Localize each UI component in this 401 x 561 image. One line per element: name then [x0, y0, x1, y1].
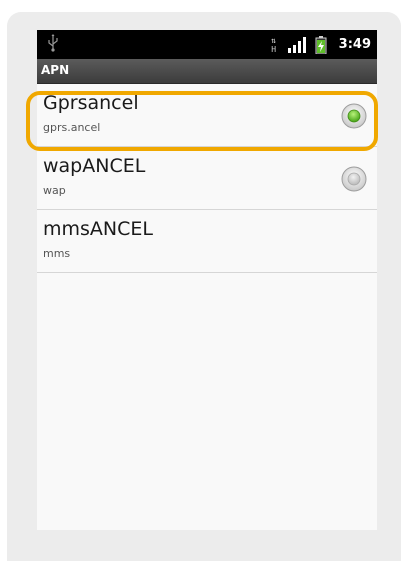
phone-screen: ⇅ H 3:49 APN Gprsancel gprs.ancel wapANC… — [37, 30, 377, 530]
apn-item-mmsancel[interactable]: mmsANCEL mms — [37, 210, 377, 273]
title-bar: APN — [37, 59, 377, 84]
apn-name: Gprsancel — [43, 92, 139, 114]
apn-value: gprs.ancel — [43, 121, 101, 134]
status-bar: ⇅ H 3:49 — [37, 30, 377, 59]
network-type-label: H — [271, 44, 277, 54]
battery-charging-icon — [315, 35, 327, 54]
apn-item-wapancel[interactable]: wapANCEL wap — [37, 147, 377, 210]
radio-unselected-icon[interactable] — [341, 166, 367, 192]
signal-strength-icon — [287, 36, 306, 53]
usb-icon — [48, 34, 58, 52]
apn-list: Gprsancel gprs.ancel wapANCEL wap mmsANC… — [37, 84, 377, 273]
apn-name: wapANCEL — [43, 155, 146, 177]
apn-name: mmsANCEL — [43, 218, 153, 240]
status-clock: 3:49 — [338, 37, 371, 52]
h-plus-network-icon: ⇅ H — [269, 36, 279, 54]
status-icons: ⇅ H 3:49 — [269, 30, 371, 59]
apn-value: wap — [43, 184, 66, 197]
page-title: APN — [41, 63, 70, 77]
apn-value: mms — [43, 247, 71, 260]
radio-selected-icon[interactable] — [341, 103, 367, 129]
apn-item-gprsancel[interactable]: Gprsancel gprs.ancel — [37, 84, 377, 147]
